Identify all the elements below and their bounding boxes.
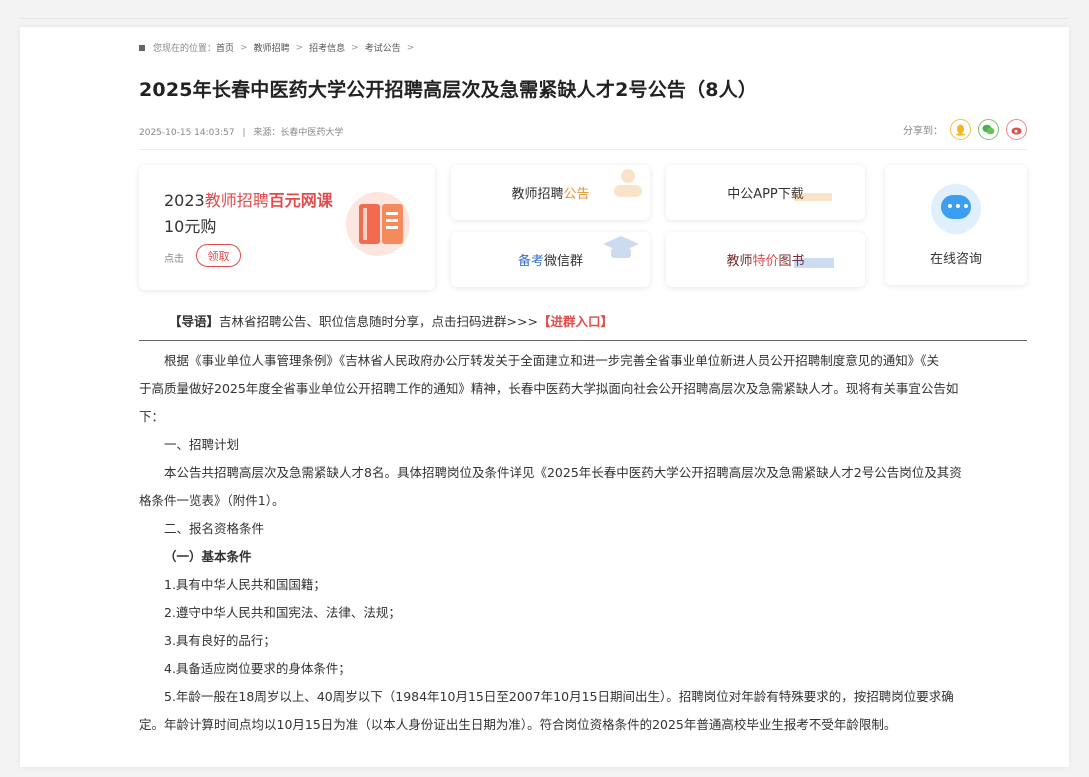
teacher-recruit-notice-card[interactable]: 教师招聘 公告 — [451, 165, 650, 220]
book-icon — [359, 204, 403, 244]
breadcrumb-label: 您现在的位置： — [153, 44, 217, 54]
breadcrumb-exam-notice[interactable]: 考试公告 — [365, 41, 401, 54]
app-bar-icon — [794, 193, 832, 201]
condition-3: 3.具有良好的品行； — [164, 633, 276, 648]
card-a-main: 教师招聘 — [511, 187, 564, 202]
breadcrumb-separator: > — [295, 42, 304, 53]
breadcrumb-separator: > — [406, 42, 415, 53]
wechat-icon[interactable] — [978, 119, 999, 140]
meta-divider — [139, 149, 1027, 150]
article-title: 2025年长春中医药大学公开招聘高层次及急需紧缺人才2号公告（8人） — [139, 79, 758, 101]
guide-line: 【导语】吉林省招聘公告、职位信息随时分享，点击扫码进群>>>【进群入口】 — [169, 311, 613, 330]
breadcrumb-separator: > — [351, 42, 359, 53]
meta-separator: | — [242, 128, 246, 138]
book-bar-icon — [794, 258, 834, 268]
paragraph-2-line-1: 本公告共招聘高层次及急需紧缺人才8名。具体招聘岗位及条件详见《2025年长春中医… — [164, 465, 962, 480]
graduation-cap-icon — [603, 236, 639, 258]
top-divider — [20, 18, 1069, 19]
article-source: 来源：长春中医药大学 — [253, 128, 344, 138]
promo-click-label: 点击 — [164, 254, 184, 265]
condition-5-line-1: 5.年龄一般在18周岁以上、40周岁以下（1984年10月15日至2007年10… — [164, 689, 954, 704]
promo-course: 百元网课 — [268, 191, 333, 210]
promo-headline: 2023教师招聘百元网课 — [164, 187, 333, 211]
online-course-promo-card[interactable]: 2023教师招聘百元网课 10元购 点击 领取 — [139, 165, 435, 290]
condition-4: 4.具备适应岗位要求的身体条件； — [164, 661, 351, 676]
share-bar: 分享到： — [903, 119, 1027, 140]
claim-button[interactable]: 领取 — [196, 244, 241, 267]
promo-teacher-recruit: 教师招聘 — [204, 191, 269, 210]
card-c-main: 微信群 — [544, 254, 584, 269]
wechat-group-card[interactable]: 备考 微信群 — [451, 232, 650, 287]
online-consult-card[interactable]: 在线咨询 — [885, 165, 1027, 285]
paragraph-1-line-3: 下： — [139, 409, 165, 424]
online-consult-label: 在线咨询 — [929, 252, 982, 267]
share-label: 分享到： — [903, 126, 943, 137]
guide-text: 吉林省招聘公告、职位信息随时分享，点击扫码进群>>> — [219, 314, 538, 329]
card-d-accent: 特价 — [752, 254, 779, 269]
guide-prefix: 【导语】 — [169, 314, 220, 329]
location-icon — [139, 44, 147, 52]
paragraph-2-line-2: 格条件一览表》（附件1）。 — [139, 493, 285, 508]
article-meta: 2025-10-15 14:03:57 | 来源：长春中医药大学 — [139, 125, 343, 138]
breadcrumb-exam-info[interactable]: 招考信息 — [309, 41, 345, 54]
card-b-main: 中公APP下载 — [727, 187, 804, 202]
breadcrumb: 您现在的位置： 首页 > 教师招聘 > 招考信息 > 考试公告 > — [139, 41, 420, 54]
discount-books-card[interactable]: 教师 特价 图书 — [666, 232, 865, 287]
subsection-heading-1: （一）基本条件 — [164, 549, 252, 564]
article-body: 根据《事业单位人事管理条例》《吉林省人民政府办公厅转发关于全面建立和进一步完善全… — [139, 347, 1027, 739]
condition-2: 2.遵守中华人民共和国宪法、法律、法规； — [164, 605, 401, 620]
condition-5-line-2: 定。年龄计算时间点均以10月15日为准（以本人身份证出生日期为准）。符合岗位资格… — [139, 717, 897, 732]
breadcrumb-teacher-recruit[interactable]: 教师招聘 — [254, 41, 290, 54]
join-group-link[interactable]: 【进群入口】 — [538, 314, 613, 329]
card-c-accent: 备考 — [517, 254, 544, 269]
paragraph-1-line-2: 于高质量做好2025年度全省事业单位公开招聘工作的通知》精神，长春中医药大学拟面… — [139, 381, 959, 396]
breadcrumb-home[interactable]: 首页 — [216, 41, 234, 54]
condition-1: 1.具有中华人民共和国国籍； — [164, 577, 326, 592]
app-download-card[interactable]: 中公APP下载 — [666, 165, 865, 220]
person-icon — [614, 169, 642, 197]
article-datetime: 2025-10-15 14:03:57 — [139, 128, 235, 138]
section-heading-1: 一、招聘计划 — [164, 437, 240, 452]
chat-dots — [948, 204, 968, 208]
guide-divider — [139, 340, 1027, 341]
breadcrumb-separator: > — [240, 42, 248, 53]
card-a-accent: 公告 — [563, 187, 590, 202]
promo-price: 10元购 — [164, 217, 217, 236]
promo-year: 2023 — [164, 191, 205, 210]
qq-icon[interactable] — [950, 119, 971, 140]
card-d-dark: 教师 — [726, 254, 753, 269]
article-page: 您现在的位置： 首页 > 教师招聘 > 招考信息 > 考试公告 > 2025年长… — [20, 27, 1069, 767]
weibo-icon[interactable] — [1006, 119, 1027, 140]
paragraph-1-line-1: 根据《事业单位人事管理条例》《吉林省人民政府办公厅转发关于全面建立和进一步完善全… — [164, 353, 940, 368]
section-heading-2: 二、报名资格条件 — [164, 521, 265, 536]
